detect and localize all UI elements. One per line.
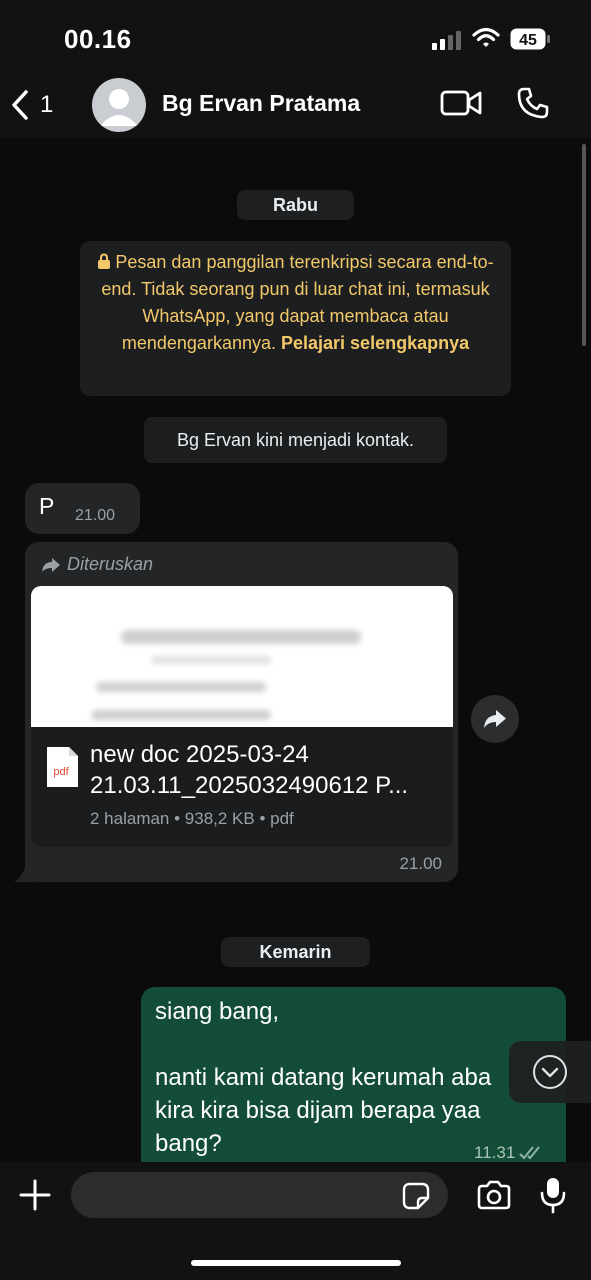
- home-indicator: [191, 1260, 401, 1266]
- document-info[interactable]: pdf new doc 2025-03-24 21.03.11_20250324…: [31, 727, 453, 847]
- phone-icon[interactable]: [516, 86, 550, 120]
- system-message: Bg Ervan kini menjadi kontak.: [144, 417, 447, 463]
- chat-header: 1 Bg Ervan Pratama: [0, 76, 591, 138]
- forwarded-document-message[interactable]: Diteruskan pdf new doc 2025-03-24 21.03.…: [25, 542, 458, 882]
- document-meta: 2 halaman • 938,2 KB • pdf: [90, 809, 294, 828]
- learn-more-link[interactable]: Pelajari selengkapnya: [281, 333, 469, 353]
- message-time: 21.00: [75, 507, 116, 524]
- mic-icon[interactable]: [540, 1176, 566, 1214]
- message-status: 11.31: [474, 1143, 545, 1163]
- wifi-icon: [472, 27, 500, 47]
- message-text: P: [39, 493, 55, 519]
- back-button[interactable]: 1: [10, 88, 70, 122]
- message-time: 11.31: [474, 1143, 516, 1162]
- message-input-bar: [0, 1162, 591, 1280]
- camera-icon[interactable]: [476, 1180, 512, 1210]
- document-preview[interactable]: [31, 586, 453, 727]
- battery-level: 45: [519, 32, 537, 49]
- encryption-notice[interactable]: Pesan dan panggilan terenkripsi secara e…: [80, 241, 511, 396]
- status-time: 00.16: [64, 24, 132, 54]
- message-time: 21.00: [399, 854, 442, 873]
- share-icon: [484, 710, 506, 728]
- incoming-message[interactable]: P 21.00: [25, 483, 140, 534]
- pdf-icon: pdf: [47, 747, 78, 787]
- message-text: siang bang, nanti kami datang kerumah ab…: [155, 998, 492, 1157]
- chat-messages[interactable]: Rabu Pesan dan panggilan terenkripsi sec…: [0, 138, 591, 1177]
- plus-icon[interactable]: [18, 1178, 52, 1212]
- date-separator: Rabu: [237, 190, 354, 220]
- outgoing-message[interactable]: siang bang, nanti kami datang kerumah ab…: [141, 987, 566, 1177]
- double-check-icon: [519, 1146, 541, 1160]
- contact-name[interactable]: Bg Ervan Pratama: [162, 90, 360, 117]
- sticker-icon[interactable]: [402, 1182, 430, 1210]
- avatar-icon: [100, 89, 138, 126]
- lock-icon: [98, 253, 111, 269]
- forwarded-label: Diteruskan: [67, 554, 154, 574]
- back-chevron-icon: [12, 90, 28, 120]
- signal-icon: [432, 31, 461, 50]
- unread-count: 1: [40, 91, 54, 118]
- svg-text:pdf: pdf: [53, 766, 69, 778]
- message-input[interactable]: [71, 1172, 448, 1218]
- video-call-icon[interactable]: [440, 88, 482, 118]
- scrollbar[interactable]: [582, 144, 586, 346]
- avatar[interactable]: [92, 78, 146, 132]
- scroll-to-bottom-button[interactable]: [509, 1041, 591, 1103]
- chevron-down-icon: [533, 1055, 567, 1089]
- forward-arrow-icon: [42, 557, 60, 572]
- share-button[interactable]: [471, 695, 519, 743]
- status-bar: 00.16 45: [0, 0, 591, 76]
- forwarded-indicator: Diteruskan: [41, 554, 153, 575]
- battery-icon: 45: [510, 28, 550, 50]
- date-separator: Kemarin: [221, 937, 370, 967]
- document-name: new doc 2025-03-24 21.03.11_202503249061…: [90, 741, 409, 799]
